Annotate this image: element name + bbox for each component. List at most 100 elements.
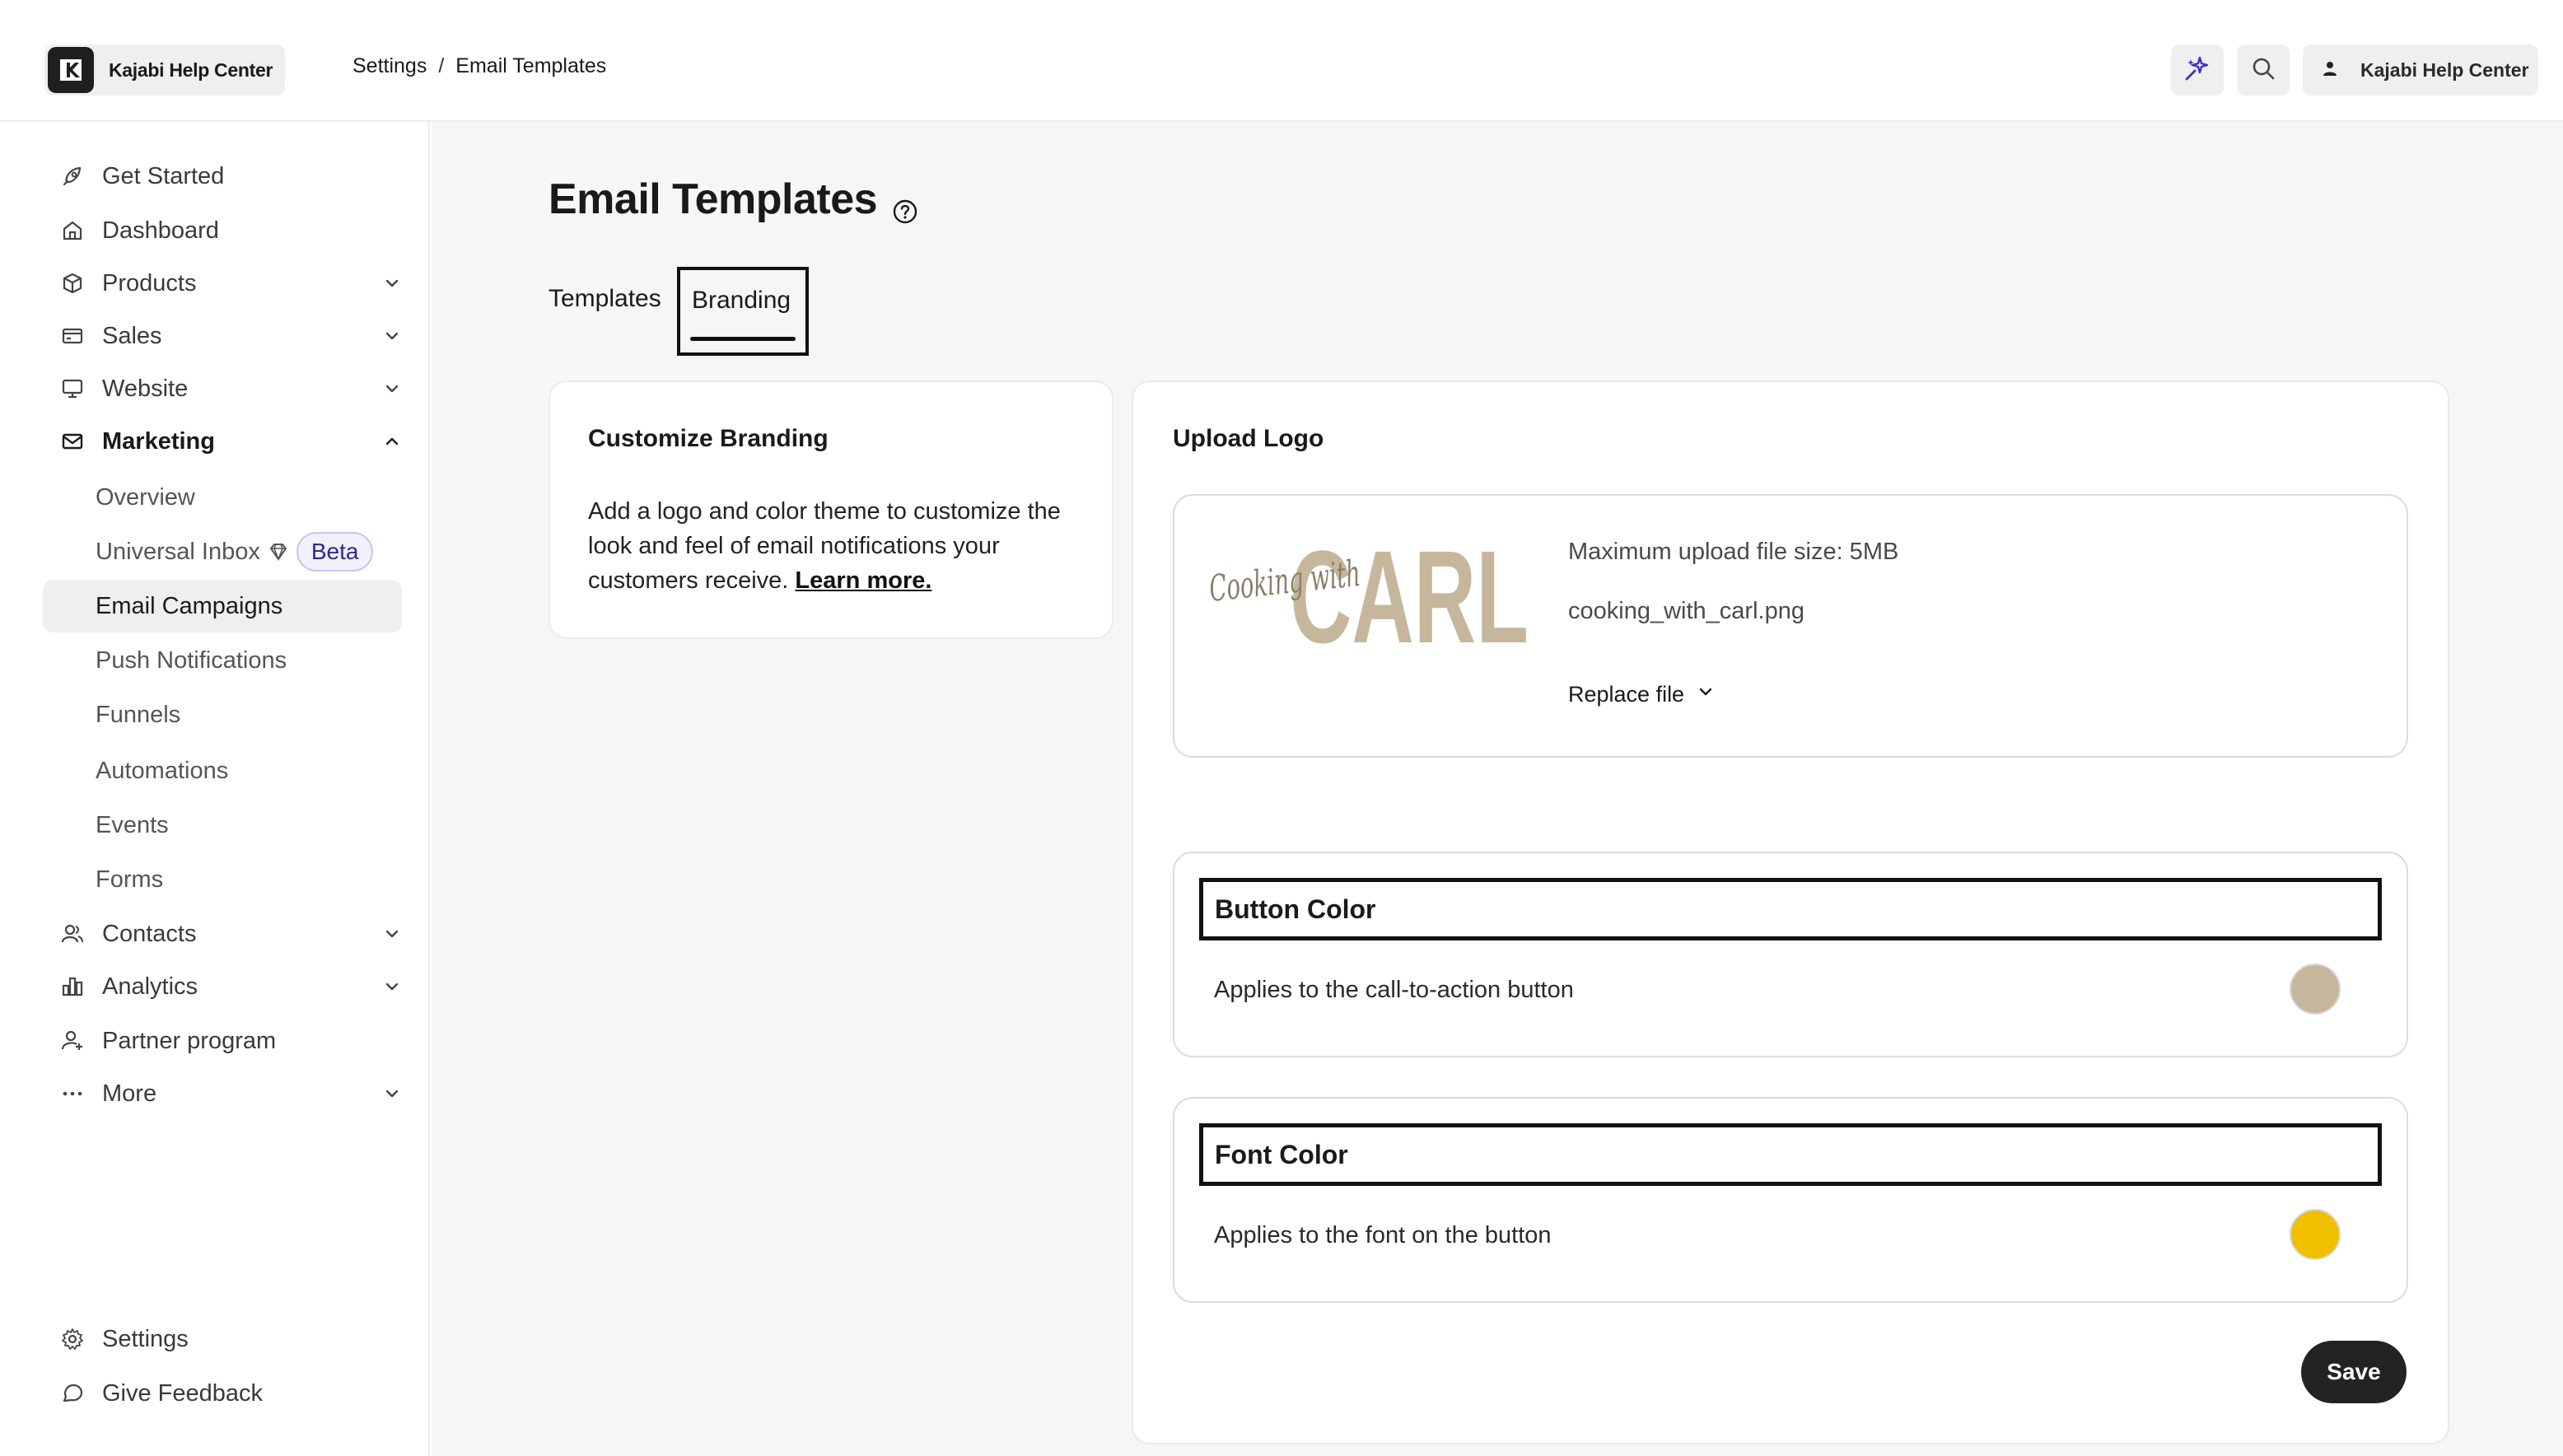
sidebar-subitem-overview[interactable]: Overview bbox=[43, 471, 402, 524]
home-icon bbox=[56, 214, 89, 247]
sidebar-subitem-label: Funnels bbox=[96, 701, 181, 728]
uploaded-file-name: cooking_with_carl.png bbox=[1568, 598, 1804, 624]
sidebar-item-website[interactable]: Website bbox=[43, 362, 418, 415]
breadcrumb-separator: / bbox=[438, 54, 445, 77]
upload-logo-title: Upload Logo bbox=[1173, 425, 1324, 452]
chevron-up-icon[interactable] bbox=[376, 425, 408, 458]
ai-assistant-button[interactable] bbox=[2171, 44, 2224, 96]
sidebar-subitem-label: Events bbox=[96, 811, 169, 838]
button-color-title: Button Color bbox=[1199, 878, 2382, 940]
sidebar-item-label: More bbox=[102, 1080, 157, 1107]
sidebar: Get Started Dashboard Products Sales Web… bbox=[16, 122, 430, 1456]
font-color-swatch[interactable] bbox=[2290, 1209, 2341, 1260]
sidebar-item-analytics[interactable]: Analytics bbox=[43, 960, 418, 1013]
breadcrumb-settings[interactable]: Settings bbox=[352, 54, 427, 78]
replace-file-button[interactable]: Replace file bbox=[1568, 682, 1716, 707]
sidebar-item-give-feedback[interactable]: Give Feedback bbox=[43, 1367, 418, 1420]
active-tab-indicator bbox=[690, 337, 796, 341]
replace-file-label: Replace file bbox=[1568, 682, 1685, 707]
sidebar-subitem-label: Push Notifications bbox=[96, 646, 287, 674]
more-icon bbox=[56, 1077, 89, 1110]
sidebar-subitem-funnels[interactable]: Funnels bbox=[43, 688, 402, 741]
button-color-swatch[interactable] bbox=[2290, 964, 2341, 1015]
sidebar-subitem-label: Automations bbox=[96, 757, 229, 784]
sidebar-item-get-started[interactable]: Get Started bbox=[43, 150, 418, 203]
sidebar-item-label: Analytics bbox=[102, 973, 198, 1000]
customize-branding-title: Customize Branding bbox=[588, 425, 829, 452]
sidebar-item-label: Contacts bbox=[102, 920, 197, 947]
font-color-description: Applies to the font on the button bbox=[1214, 1222, 1552, 1248]
chevron-down-icon[interactable] bbox=[376, 320, 408, 352]
monitor-icon bbox=[56, 372, 89, 405]
help-icon[interactable] bbox=[892, 186, 918, 224]
search-button[interactable] bbox=[2237, 44, 2290, 96]
button-color-description: Applies to the call-to-action button bbox=[1214, 977, 1574, 1003]
credit-card-icon bbox=[56, 320, 89, 352]
learn-more-link[interactable]: Learn more. bbox=[795, 567, 931, 594]
beta-badge: Beta bbox=[296, 532, 374, 572]
chevron-down-icon[interactable] bbox=[376, 1077, 408, 1110]
customize-branding-description: Add a logo and color theme to customize … bbox=[588, 494, 1082, 598]
sidebar-item-label: Marketing bbox=[102, 427, 215, 455]
analytics-icon bbox=[56, 970, 89, 1003]
sidebar-item-more[interactable]: More bbox=[43, 1067, 418, 1120]
upload-logo-card: Upload Logo CARL Cooking with Maximum up… bbox=[1132, 380, 2449, 1444]
sidebar-subitem-universal-inbox[interactable]: Universal Inbox Beta bbox=[43, 525, 402, 578]
sidebar-subitem-label: Overview bbox=[96, 483, 195, 511]
kajabi-logo-icon bbox=[48, 47, 94, 93]
sidebar-item-label: Dashboard bbox=[102, 217, 219, 244]
sidebar-item-dashboard[interactable]: Dashboard bbox=[43, 204, 418, 257]
sidebar-item-label: Partner program bbox=[102, 1027, 277, 1054]
sidebar-item-contacts[interactable]: Contacts bbox=[43, 908, 418, 960]
rocket-icon bbox=[56, 160, 89, 193]
tab-branding[interactable]: Branding bbox=[677, 267, 809, 356]
account-menu[interactable]: Kajabi Help Center bbox=[2303, 44, 2538, 96]
sidebar-subitem-automations[interactable]: Automations bbox=[43, 744, 402, 797]
tab-templates[interactable]: Templates bbox=[549, 285, 661, 313]
brand-name: Kajabi Help Center bbox=[109, 58, 273, 81]
page-title-text: Email Templates bbox=[549, 175, 878, 223]
account-name: Kajabi Help Center bbox=[2360, 58, 2529, 81]
gem-icon bbox=[267, 540, 290, 563]
chevron-down-icon[interactable] bbox=[376, 372, 408, 405]
sidebar-item-settings[interactable]: Settings bbox=[43, 1313, 418, 1365]
sidebar-subitem-push-notifications[interactable]: Push Notifications bbox=[43, 634, 402, 687]
sidebar-item-label: Website bbox=[102, 375, 189, 402]
sidebar-item-products[interactable]: Products bbox=[43, 257, 418, 310]
max-upload-size: Maximum upload file size: 5MB bbox=[1568, 539, 1899, 565]
font-color-panel: Font Color Applies to the font on the bu… bbox=[1173, 1097, 2408, 1303]
search-icon bbox=[2250, 55, 2276, 86]
breadcrumb-current: Email Templates bbox=[455, 54, 607, 77]
chevron-down-icon[interactable] bbox=[376, 917, 408, 950]
mail-icon bbox=[56, 425, 89, 458]
breadcrumb: Settings / Email Templates bbox=[352, 54, 606, 78]
sidebar-subitem-label: Email Campaigns bbox=[96, 592, 283, 619]
logo-upload-panel: CARL Cooking with Maximum upload file si… bbox=[1173, 494, 2408, 758]
sidebar-item-marketing[interactable]: Marketing bbox=[43, 415, 418, 468]
top-header: Kajabi Help Center Settings / Email Temp… bbox=[0, 0, 2563, 122]
chevron-down-icon bbox=[1696, 682, 1716, 707]
chat-icon bbox=[56, 1377, 89, 1410]
sidebar-item-partner-program[interactable]: Partner program bbox=[43, 1015, 418, 1067]
save-button[interactable]: Save bbox=[2301, 1341, 2407, 1403]
contacts-icon bbox=[56, 917, 89, 950]
tab-branding-label: Branding bbox=[692, 287, 791, 314]
sidebar-item-label: Get Started bbox=[102, 162, 225, 189]
gear-icon bbox=[56, 1323, 89, 1356]
sparkle-icon bbox=[2183, 54, 2211, 86]
sidebar-subitem-events[interactable]: Events bbox=[43, 799, 402, 852]
sidebar-subitem-email-campaigns[interactable]: Email Campaigns bbox=[43, 580, 402, 632]
chevron-down-icon[interactable] bbox=[376, 970, 408, 1003]
sidebar-item-label: Give Feedback bbox=[102, 1379, 264, 1407]
sidebar-subitem-forms[interactable]: Forms bbox=[43, 853, 402, 906]
button-color-panel: Button Color Applies to the call-to-acti… bbox=[1173, 852, 2408, 1057]
page-title: Email Templates bbox=[549, 175, 918, 224]
customize-branding-card: Customize Branding Add a logo and color … bbox=[549, 380, 1113, 639]
sidebar-item-sales[interactable]: Sales bbox=[43, 310, 418, 362]
partner-icon bbox=[56, 1024, 89, 1057]
sidebar-item-label: Sales bbox=[102, 322, 162, 349]
sidebar-item-label: Products bbox=[102, 269, 197, 296]
brand-switcher[interactable]: Kajabi Help Center bbox=[44, 44, 285, 96]
sidebar-item-label: Settings bbox=[102, 1325, 189, 1352]
chevron-down-icon[interactable] bbox=[376, 267, 408, 300]
